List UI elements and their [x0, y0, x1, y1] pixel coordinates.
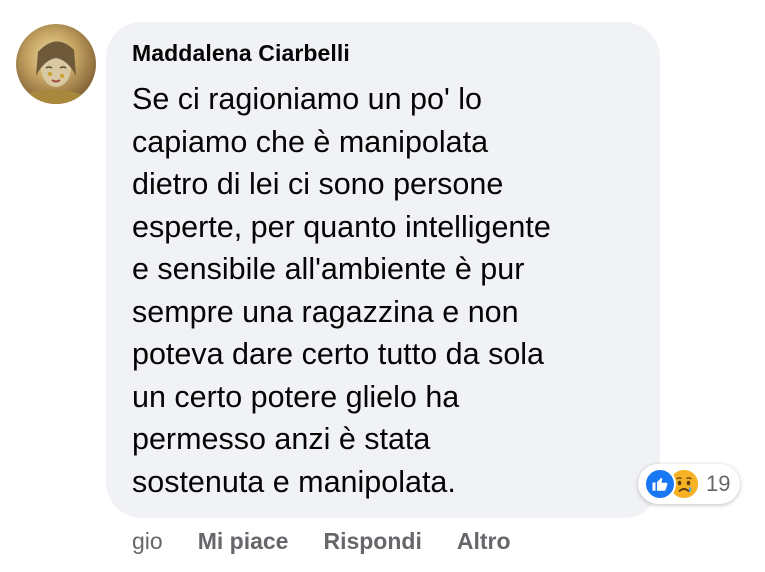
comment-timestamp[interactable]: gio — [132, 528, 163, 555]
reactions-summary[interactable]: 19 — [638, 464, 741, 504]
comment-text-line: Se ci ragioniamo un po' lo — [132, 82, 483, 116]
comment-text: Se ci ragioniamo un po' lo capiamo che è… — [132, 78, 652, 503]
like-icon — [644, 468, 676, 500]
comment-text-line: capiamo che è manipolata — [132, 124, 489, 159]
comment-text-line: permesso anzi è stata — [132, 422, 431, 456]
reaction-count: 19 — [706, 471, 731, 496]
like-button[interactable]: Mi piace — [198, 528, 289, 555]
comment-text-line: sostenuta e manipolata. — [132, 464, 456, 499]
comment-author[interactable]: Maddalena Ciarbelli — [132, 40, 350, 67]
avatar[interactable] — [16, 24, 96, 104]
reply-button[interactable]: Rispondi — [323, 528, 421, 555]
comment-text-line: un certo potere glielo ha — [132, 379, 460, 414]
comment-text-line: dietro di lei ci sono persone — [132, 167, 504, 201]
more-button[interactable]: Altro — [457, 528, 511, 555]
comment-text-line: poteva dare certo tutto da sola — [132, 337, 545, 371]
comment-actions: gio Mi piace Rispondi Altro — [132, 528, 546, 555]
comment-text-line: esperte, per quanto intelligente — [132, 209, 551, 244]
comment-text-line: sempre una ragazzina e non — [132, 294, 519, 329]
comment-text-line: e sensibile all'ambiente è pur — [132, 252, 525, 286]
